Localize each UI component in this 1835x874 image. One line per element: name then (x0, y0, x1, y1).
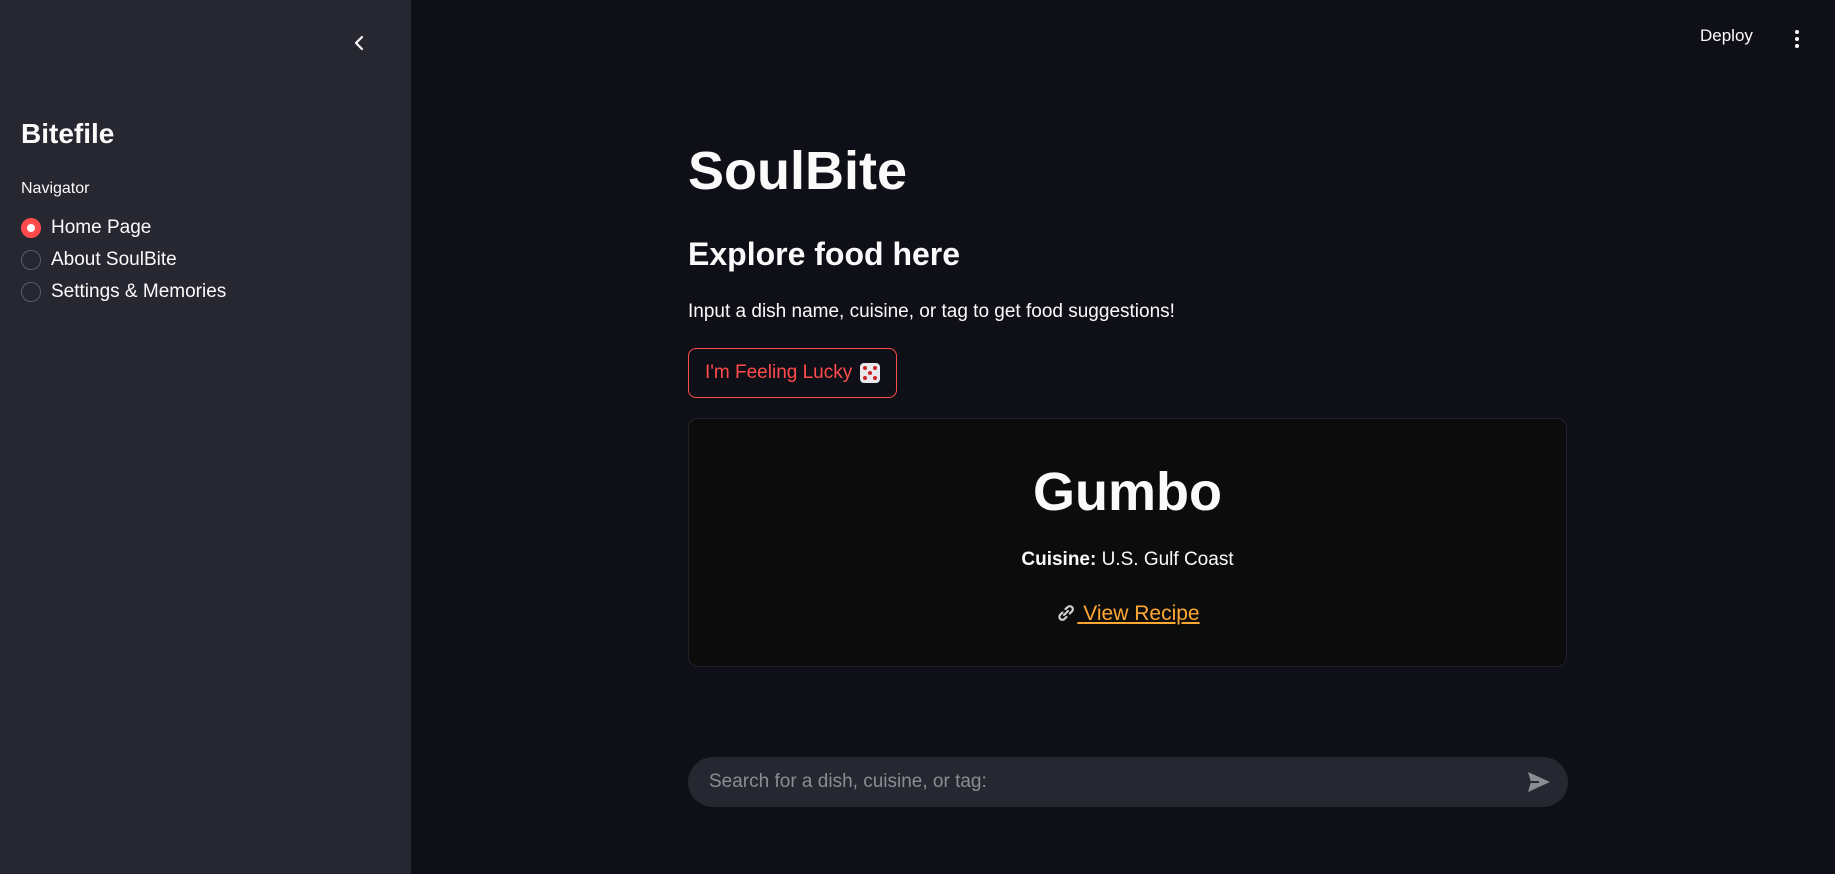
link-icon (1058, 605, 1075, 621)
search-bar (688, 757, 1568, 807)
radio-unchecked-icon[interactable] (21, 250, 41, 270)
nav-item-label: About SoulBite (51, 249, 177, 270)
radio-unchecked-icon[interactable] (21, 282, 41, 302)
feeling-lucky-label: I'm Feeling Lucky (705, 362, 853, 383)
feeling-lucky-button[interactable]: I'm Feeling Lucky (688, 348, 898, 398)
send-icon (1528, 772, 1550, 792)
page-subheader: Explore food here (688, 236, 961, 272)
kebab-dot (1795, 44, 1799, 48)
nav-item-settings-memories[interactable]: Settings & Memories (21, 276, 226, 308)
dish-name: Gumbo (1033, 462, 1222, 522)
main-menu-button[interactable] (1788, 26, 1806, 52)
dice-icon (860, 363, 881, 383)
navigator-label: Navigator (21, 180, 90, 197)
chevron-left-icon (354, 35, 364, 51)
cuisine-label: Cuisine: (1021, 549, 1097, 570)
sidebar: Bitefile Navigator Home Page About SoulB… (0, 0, 411, 874)
dish-cuisine: Cuisine: U.S. Gulf Coast (689, 549, 1566, 571)
view-recipe-row: View Recipe (689, 602, 1566, 626)
search-input[interactable] (688, 757, 1524, 807)
nav-item-label: Settings & Memories (51, 281, 227, 302)
cuisine-value: U.S. Gulf Coast (1101, 549, 1234, 570)
navigator-radio-group: Home Page About SoulBite Settings & Memo… (21, 212, 226, 308)
view-recipe-label: View Recipe (1083, 602, 1200, 625)
view-recipe-link[interactable]: View Recipe (1055, 602, 1200, 625)
nav-item-label: Home Page (51, 217, 152, 238)
sidebar-title: Bitefile (21, 118, 115, 149)
radio-checked-icon[interactable] (21, 218, 41, 238)
nav-item-about-soulbite[interactable]: About SoulBite (21, 244, 226, 276)
deploy-button[interactable]: Deploy (1700, 26, 1753, 46)
intro-text: Input a dish name, cuisine, or tag to ge… (688, 301, 1175, 322)
send-button[interactable] (1524, 767, 1554, 797)
collapse-sidebar-button[interactable] (346, 30, 372, 56)
nav-item-home-page[interactable]: Home Page (21, 212, 226, 244)
dish-result-card: Gumbo Cuisine: U.S. Gulf Coast View Reci… (688, 418, 1567, 667)
kebab-dot (1795, 37, 1799, 41)
page-title: SoulBite (688, 141, 908, 201)
kebab-menu-icon (1795, 30, 1799, 34)
